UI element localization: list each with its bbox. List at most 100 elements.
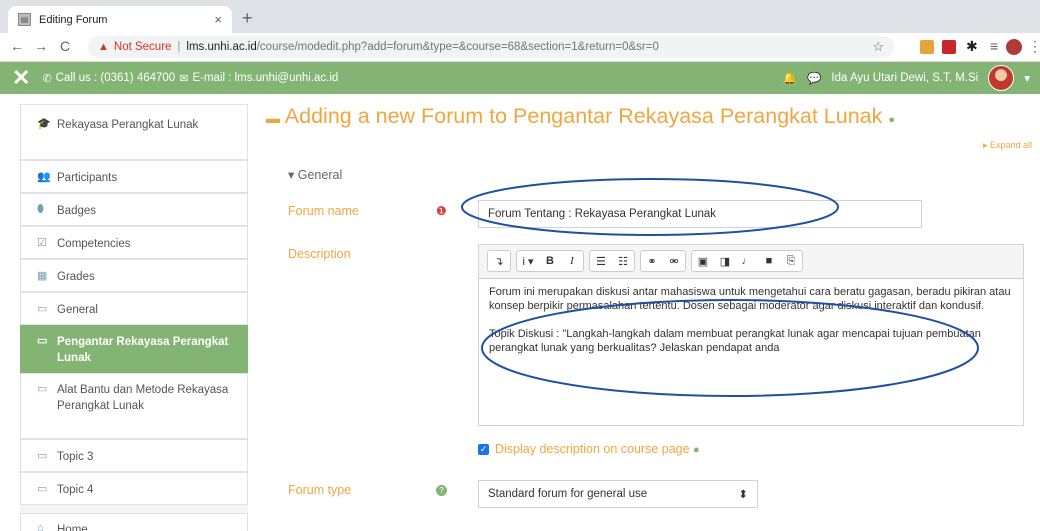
paragraph-style-icon[interactable]: i ▾ <box>517 255 539 268</box>
chevron-down-icon[interactable]: ▾ <box>1024 71 1030 85</box>
sidebar-item-alat-bantu[interactable]: ▭ Alat Bantu dan Metode Rekayasa Perangk… <box>20 373 248 439</box>
folder-icon: ▭ <box>37 483 48 495</box>
folder-icon: ▭ <box>37 383 48 395</box>
profile-avatar[interactable] <box>1006 39 1022 55</box>
collapse-toolbar-icon[interactable]: ↴ <box>488 255 510 268</box>
avatar[interactable] <box>988 65 1015 91</box>
folder-icon: ▭ <box>37 303 48 315</box>
forum-name-input[interactable]: Forum Tentang : Rekayasa Perangkat Lunak <box>478 200 922 228</box>
page-title-text: Adding a new Forum to Pengantar Rekayasa… <box>284 104 883 128</box>
ordered-list-icon[interactable]: ☷ <box>612 255 634 268</box>
course-sidebar: 🎓 Rekayasa Perangkat Lunak 👥 Participant… <box>20 104 248 531</box>
browser-tab[interactable]: ▤ Editing Forum × <box>8 6 232 33</box>
sidebar-item-competencies[interactable]: ☑ Competencies <box>20 226 248 259</box>
tab-close-icon[interactable]: × <box>214 12 222 27</box>
forum-icon: ▬ <box>266 110 280 126</box>
browser-tab-strip: ▤ Editing Forum × + <box>0 0 1040 33</box>
sidebar-item-label: Competencies <box>57 238 131 250</box>
extension-icon[interactable] <box>920 40 934 54</box>
help-icon[interactable]: ● <box>693 444 700 456</box>
extension-icon[interactable] <box>942 40 956 54</box>
address-bar[interactable]: ▲ Not Secure | lms.unhi.ac.id /course/mo… <box>88 36 894 58</box>
sidebar-item-badges[interactable]: ⬮ Badges <box>20 193 248 226</box>
section-general[interactable]: ▾ General <box>288 167 342 182</box>
page-title: ▬ Adding a new Forum to Pengantar Rekaya… <box>266 104 895 129</box>
sidebar-item-label: Alat Bantu dan Metode Rekayasa Perangkat… <box>57 384 229 412</box>
graduation-cap-icon: 🎓 <box>37 118 51 130</box>
folder-icon: ▭ <box>37 450 48 462</box>
phone-icon: ✆ <box>42 72 52 85</box>
sidebar-item-label: Home <box>57 524 88 531</box>
sidebar-item-general[interactable]: ▭ General <box>20 292 248 325</box>
unlink-icon[interactable]: ⚮ <box>663 255 685 268</box>
sidebar-item-participants[interactable]: 👥 Participants <box>20 160 248 193</box>
display-description-checkbox[interactable]: ✓ <box>478 444 489 455</box>
sidebar-item-label: Pengantar Rekayasa Perangkat Lunak <box>57 336 229 364</box>
sidebar-item-topic-3[interactable]: ▭ Topic 3 <box>20 439 248 472</box>
mail-icon: ✉ <box>179 72 189 85</box>
table-icon: ▦ <box>37 270 48 282</box>
forum-type-label: Forum type <box>288 483 352 497</box>
help-icon[interactable]: ? <box>436 485 447 496</box>
forum-type-select[interactable]: Standard forum for general use ⬍ <box>478 480 758 508</box>
puzzle-icon[interactable]: ✱ <box>966 38 978 55</box>
main-content: ▬ Adding a new Forum to Pengantar Rekaya… <box>248 94 1040 531</box>
not-secure-label[interactable]: Not Secure <box>114 41 172 53</box>
messages-icon[interactable]: 💬 <box>807 71 821 85</box>
sidebar-item-topic-4[interactable]: ▭ Topic 4 <box>20 472 248 505</box>
sidebar-item-label: Rekayasa Perangkat Lunak <box>57 119 199 131</box>
video-icon[interactable]: ■ <box>758 255 780 267</box>
sidebar-item-label: Badges <box>57 205 97 217</box>
help-icon[interactable]: ● <box>888 114 895 126</box>
new-tab-button[interactable]: + <box>242 8 253 29</box>
home-icon: ⌂ <box>37 522 44 531</box>
sidebar-item-label: Participants <box>57 172 118 184</box>
separator: | <box>177 41 181 53</box>
user-menu-area: 🔔 💬 Ida Ayu Utari Dewi, S.T, M.Si ▾ <box>783 62 1030 94</box>
users-icon: 👥 <box>37 171 51 183</box>
bookmark-star-icon[interactable]: ☆ <box>872 39 884 55</box>
forward-icon[interactable]: → <box>34 38 48 54</box>
warning-icon: ▲ <box>98 41 109 53</box>
sidebar-item-grades[interactable]: ▦ Grades <box>20 259 248 292</box>
unordered-list-icon[interactable]: ☰ <box>590 255 612 268</box>
sidebar-item-home[interactable]: ⌂ Home <box>20 513 248 531</box>
sidebar-item-pengantar[interactable]: ▭ Pengantar Rekayasa Perangkat Lunak <box>20 325 248 373</box>
sidebar-item-label: General <box>57 304 98 316</box>
select-arrows-icon: ⬍ <box>738 489 748 501</box>
badge-icon: ⬮ <box>37 203 44 215</box>
bold-icon[interactable]: B <box>539 255 561 267</box>
tab-title: Editing Forum <box>39 13 108 26</box>
back-icon[interactable]: ← <box>10 38 24 54</box>
moodle-favicon-icon: ▤ <box>18 13 31 26</box>
contact-email: E-mail : lms.unhi@unhi.ac.id <box>192 72 339 84</box>
close-icon[interactable]: ✕ <box>12 67 30 89</box>
microphone-icon[interactable]: ♩ <box>736 255 758 267</box>
link-icon[interactable]: ⚭ <box>641 255 663 268</box>
reading-list-icon[interactable]: ≡ <box>990 38 998 54</box>
reload-icon[interactable]: C <box>60 38 70 54</box>
notification-bell-icon[interactable]: 🔔 <box>783 71 797 85</box>
manage-files-icon[interactable]: ⎘ <box>780 255 802 268</box>
required-icon: ❶ <box>436 204 447 218</box>
user-name[interactable]: Ida Ayu Utari Dewi, S.T, M.Si <box>831 72 978 84</box>
expand-all-label: Expand all <box>989 140 1032 150</box>
menu-icon[interactable]: ⋮ <box>1028 38 1040 55</box>
contact-phone: Call us : (0361) 464700 <box>55 72 176 84</box>
section-general-label: General <box>297 168 343 182</box>
expand-all-link[interactable]: ▸ Expand all <box>983 140 1032 151</box>
display-description-text: Display description on course page <box>495 442 690 456</box>
media-icon[interactable]: ◨ <box>714 255 736 268</box>
checkbox-icon: ☑ <box>37 237 47 249</box>
browser-toolbar: ← → C ▲ Not Secure | lms.unhi.ac.id /cou… <box>0 33 1040 62</box>
description-paragraph: Forum ini merupakan diskusi antar mahasi… <box>489 286 1011 312</box>
description-paragraph: Topik Diskusi : "Langkah-langkah dalam m… <box>489 328 981 354</box>
description-textarea[interactable]: Forum ini merupakan diskusi antar mahasi… <box>479 278 1023 425</box>
image-icon[interactable]: ▣ <box>692 255 714 268</box>
italic-icon[interactable]: I <box>561 255 583 267</box>
editor-toolbar: ↴ i ▾ B I ☰ ☷ ⚭ ⚮ ▣ ◨ ♩ ■ ⎘ <box>479 245 1023 277</box>
forum-name-label: Forum name <box>288 204 359 218</box>
url-host: lms.unhi.ac.id <box>186 41 257 53</box>
sidebar-item-label: Grades <box>57 271 95 283</box>
sidebar-item-course[interactable]: 🎓 Rekayasa Perangkat Lunak <box>20 104 248 160</box>
